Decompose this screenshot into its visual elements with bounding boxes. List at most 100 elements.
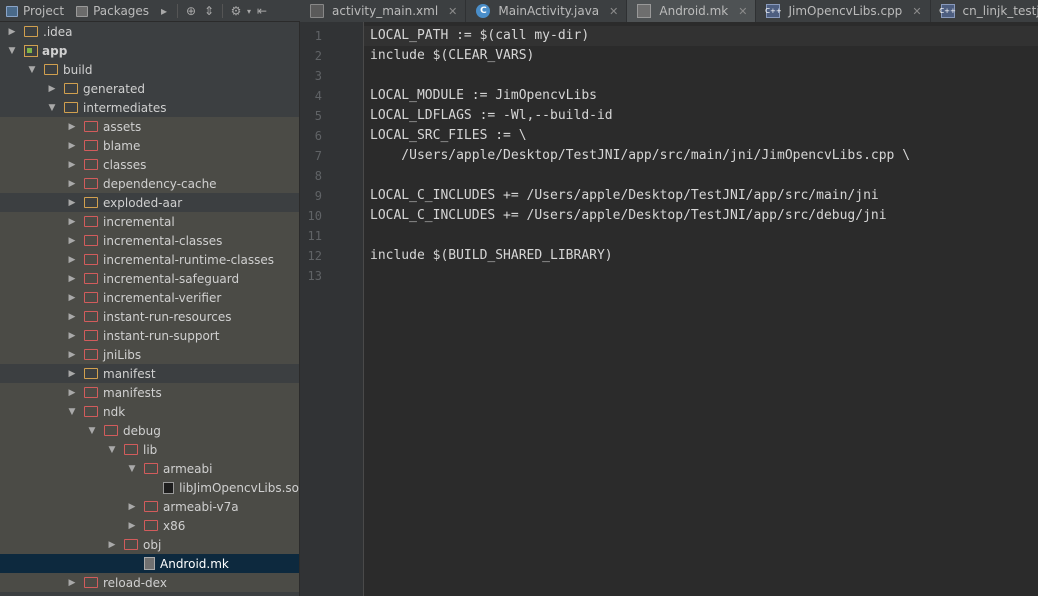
close-tab-icon[interactable]: ✕ (912, 5, 921, 18)
collapsed-arrow-icon[interactable]: ▶ (6, 22, 18, 41)
tree-item[interactable]: ▶ instant-run-support (0, 326, 299, 345)
collapsed-arrow-icon[interactable]: ▶ (66, 269, 78, 288)
tree-item[interactable]: ▶Android.mk (0, 554, 299, 573)
tree-item[interactable]: ▶ instant-run-resources (0, 307, 299, 326)
tree-item[interactable]: ▶ .idea (0, 22, 299, 41)
collapsed-arrow-icon[interactable]: ▶ (66, 212, 78, 231)
folder-icon (84, 273, 98, 284)
project-tree[interactable]: ▶ .idea ▼ app ▼ build ▶ generated ▼ intermediates… (0, 22, 299, 596)
collapse-all-icon[interactable]: ⇕ (200, 0, 218, 22)
editor-tab[interactable]: C++ cn_linjk_testjni_MainAc (930, 0, 1038, 22)
close-tab-icon[interactable]: ✕ (448, 5, 457, 18)
tree-item[interactable]: ▶libJimOpencvLibs.so (0, 478, 299, 497)
code-line[interactable]: LOCAL_C_INCLUDES += /Users/apple/Desktop… (370, 206, 887, 226)
folder-icon (24, 26, 38, 37)
line-number-gutter[interactable]: 1 2 3 4 5 6 7 8 9 10 11 12 13 (300, 22, 364, 596)
code-editor[interactable]: 1 2 3 4 5 6 7 8 9 10 11 12 13 LOCAL_PATH := $(call m… (300, 22, 1038, 596)
expanded-arrow-icon[interactable]: ▼ (126, 459, 138, 478)
expanded-arrow-icon[interactable]: ▼ (26, 60, 38, 79)
close-tab-icon[interactable]: ✕ (738, 5, 747, 18)
line-number: 5 (314, 109, 322, 123)
collapsed-arrow-icon[interactable]: ▶ (66, 345, 78, 364)
collapsed-arrow-icon[interactable]: ▶ (66, 364, 78, 383)
editor-tab[interactable]: C MainActivity.java ✕ (466, 0, 628, 22)
collapsed-arrow-icon[interactable]: ▶ (126, 497, 138, 516)
expanded-arrow-icon[interactable]: ▼ (106, 440, 118, 459)
folder-icon (84, 140, 98, 151)
tree-item-label: jniLibs (103, 347, 142, 362)
toolbar-separator (222, 4, 224, 18)
collapsed-arrow-icon[interactable]: ▶ (66, 193, 78, 212)
hide-panel-icon[interactable]: ⇤ (253, 0, 271, 22)
expanded-arrow-icon[interactable]: ▼ (66, 402, 78, 421)
code-line[interactable]: LOCAL_MODULE := JimOpencvLibs (370, 86, 597, 106)
tree-item[interactable]: ▶ jniLibs (0, 345, 299, 364)
tree-item[interactable]: ▶ manifests (0, 383, 299, 402)
tree-item[interactable]: ▶ blame (0, 136, 299, 155)
collapsed-arrow-icon[interactable]: ▶ (66, 174, 78, 193)
tree-item[interactable]: ▶ generated (0, 79, 299, 98)
more-views-arrow-icon[interactable]: ▸ (155, 0, 173, 22)
tree-item[interactable]: ▶ dependency-cache (0, 174, 299, 193)
code-line[interactable]: LOCAL_PATH := $(call my-dir) (370, 26, 589, 46)
tree-item[interactable]: ▼ lib (0, 440, 299, 459)
close-tab-icon[interactable]: ✕ (609, 5, 618, 18)
tree-item-label: Android.mk (160, 556, 229, 571)
collapsed-arrow-icon[interactable]: ▶ (66, 231, 78, 250)
editor-tab[interactable]: activity_main.xml ✕ (300, 0, 467, 22)
collapsed-arrow-icon[interactable]: ▶ (106, 535, 118, 554)
code-line[interactable]: LOCAL_C_INCLUDES += /Users/apple/Desktop… (370, 186, 879, 206)
collapsed-arrow-icon[interactable]: ▶ (66, 155, 78, 174)
tree-item-label: libJimOpencvLibs.so (179, 480, 299, 495)
tree-item[interactable]: ▶ x86 (0, 516, 299, 535)
project-view-tab[interactable]: Project (0, 0, 70, 22)
code-line[interactable]: /Users/apple/Desktop/TestJNI/app/src/mai… (370, 146, 910, 166)
collapsed-arrow-icon[interactable]: ▶ (66, 117, 78, 136)
code-line[interactable]: include $(CLEAR_VARS) (370, 46, 534, 66)
tree-item-label: lib (143, 442, 158, 457)
tree-item[interactable]: ▼ debug (0, 421, 299, 440)
collapsed-arrow-icon[interactable]: ▶ (126, 516, 138, 535)
line-number: 12 (307, 249, 322, 263)
gear-dropdown-icon[interactable]: ▾ (245, 0, 253, 22)
collapsed-arrow-icon[interactable]: ▶ (66, 136, 78, 155)
collapsed-arrow-icon[interactable]: ▶ (66, 288, 78, 307)
collapsed-arrow-icon[interactable]: ▶ (66, 326, 78, 345)
code-line[interactable]: LOCAL_SRC_FILES := \ (370, 126, 527, 146)
tree-item[interactable]: ▶ classes (0, 155, 299, 174)
code-line[interactable]: include $(BUILD_SHARED_LIBRARY) (370, 246, 613, 266)
packages-view-tab[interactable]: Packages (70, 0, 155, 22)
editor-tab[interactable]: Android.mk ✕ (627, 0, 757, 22)
tree-item[interactable]: ▶ incremental-runtime-classes (0, 250, 299, 269)
expanded-arrow-icon[interactable]: ▼ (46, 98, 58, 117)
editor-tab[interactable]: C++ JimOpencvLibs.cpp ✕ (756, 0, 931, 22)
collapsed-arrow-icon[interactable]: ▶ (66, 250, 78, 269)
code-line[interactable]: LOCAL_LDFLAGS := -Wl,--build-id (370, 106, 613, 126)
tree-item[interactable]: ▶ manifest (0, 364, 299, 383)
tree-item[interactable]: ▶ assets (0, 117, 299, 136)
tree-item[interactable]: ▶ armeabi-v7a (0, 497, 299, 516)
tree-item[interactable]: ▶ incremental-classes (0, 231, 299, 250)
tree-item[interactable]: ▼ app (0, 41, 299, 60)
tree-item[interactable]: ▼ ndk (0, 402, 299, 421)
tree-item[interactable]: ▶ reload-dex (0, 573, 299, 592)
collapsed-arrow-icon[interactable]: ▶ (66, 307, 78, 326)
expanded-arrow-icon[interactable]: ▼ (86, 421, 98, 440)
tree-item[interactable]: ▼ armeabi (0, 459, 299, 478)
tree-item[interactable]: ▼ intermediates (0, 98, 299, 117)
collapsed-arrow-icon[interactable]: ▶ (46, 79, 58, 98)
collapsed-arrow-icon[interactable]: ▶ (66, 383, 78, 402)
settings-gear-icon[interactable]: ⚙ (227, 0, 245, 22)
line-number: 6 (314, 129, 322, 143)
tree-item[interactable]: ▼ build (0, 60, 299, 79)
collapsed-arrow-icon[interactable]: ▶ (66, 573, 78, 592)
tree-item-label: build (63, 62, 93, 77)
tree-item[interactable]: ▶ obj (0, 535, 299, 554)
tree-item[interactable]: ▶ exploded-aar (0, 193, 299, 212)
expanded-arrow-icon[interactable]: ▼ (6, 41, 18, 60)
tree-item[interactable]: ▶ incremental (0, 212, 299, 231)
tree-item[interactable]: ▶ incremental-verifier (0, 288, 299, 307)
line-number: 11 (307, 229, 322, 243)
scroll-from-source-icon[interactable]: ⊕ (182, 0, 200, 22)
tree-item[interactable]: ▶ incremental-safeguard (0, 269, 299, 288)
